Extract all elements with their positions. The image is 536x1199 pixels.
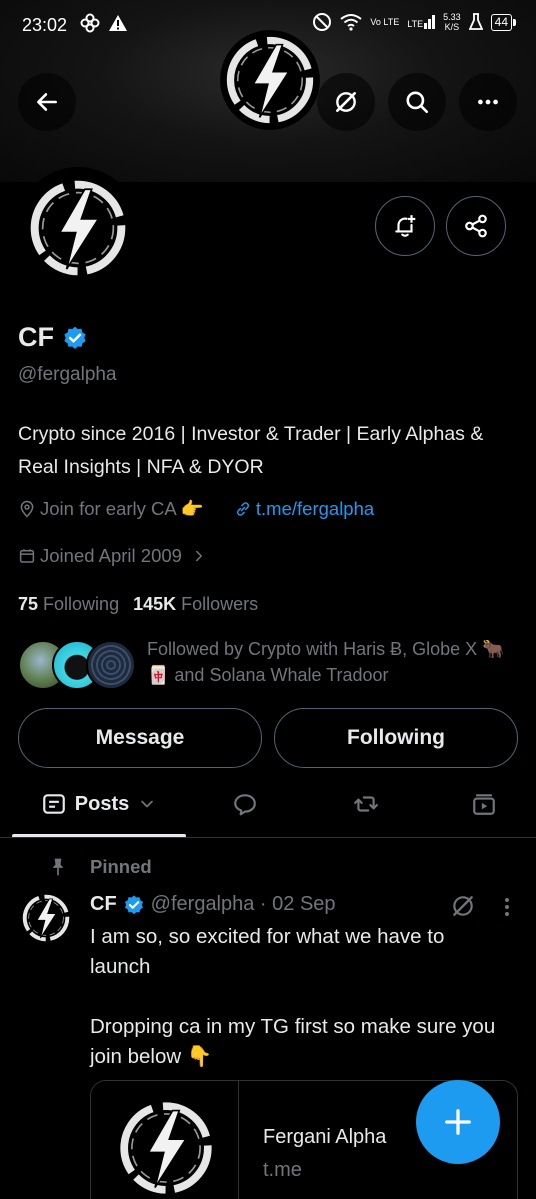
alert-icon: [109, 15, 127, 31]
back-arrow-icon: [37, 93, 57, 111]
message-button[interactable]: Message: [18, 708, 262, 768]
verified-badge-icon: [124, 894, 143, 914]
tab-posts[interactable]: Posts: [12, 772, 186, 836]
back-button[interactable]: [18, 73, 76, 131]
tab-reposts[interactable]: [326, 772, 406, 836]
search-button[interactable]: [388, 73, 446, 131]
search-icon: [406, 91, 429, 114]
battery-icon: 44: [490, 13, 516, 31]
volte-label: Vo LTE: [370, 17, 400, 27]
bell-plus-icon: [395, 215, 416, 237]
pin-icon: [52, 858, 64, 876]
post-avatar[interactable]: [18, 890, 74, 946]
fan-icon: [80, 13, 100, 33]
repost-icon: [354, 796, 378, 812]
profile-bio: Crypto since 2016 | Investor & Trader | …: [18, 423, 484, 478]
network-speed: 5.33 K/S: [443, 12, 461, 32]
following-stat[interactable]: 75 Following: [18, 594, 119, 615]
post-header: CF @fergalpha · 02 Sep: [90, 893, 336, 916]
status-bar: 23:02 Vo LTE LTE 5.33 K/S 44: [0, 0, 536, 54]
reply-icon: [234, 794, 256, 816]
wifi-icon: [340, 14, 363, 31]
profile-joined: Joined April 2009: [40, 545, 182, 566]
grok-icon: [336, 92, 356, 112]
link-icon: [236, 502, 249, 516]
more-icon: [478, 99, 498, 105]
profile-location: Join for early CA 👉: [40, 498, 204, 519]
tabs-divider: [0, 837, 536, 838]
chevron-right-icon: [195, 550, 202, 562]
grok-icon[interactable]: [450, 893, 476, 919]
profile-meta-row: Join for early CA 👉 t.me/fergalpha: [18, 498, 374, 520]
tab-replies[interactable]: [205, 772, 285, 836]
verified-badge-icon[interactable]: [62, 325, 88, 351]
follow-stats: 75 Following 145K Followers: [18, 594, 258, 615]
followers-stat[interactable]: 145K Followers: [133, 594, 258, 615]
profile-name-row: CF: [18, 322, 88, 353]
pinned-label-row: Pinned: [48, 856, 152, 878]
joined-row[interactable]: Joined April 2009: [18, 545, 208, 567]
card-logo: [111, 1093, 221, 1199]
location-icon: [20, 500, 34, 518]
media-icon: [473, 794, 495, 815]
profile-handle: @fergalpha: [18, 364, 117, 385]
follower-avatar: [86, 640, 136, 690]
profile-name: CF: [18, 322, 54, 352]
post-text: I am so, so excited for what we have to …: [90, 925, 496, 1068]
share-icon: [465, 214, 487, 238]
post-handle-date: @fergalpha · 02 Sep: [150, 893, 336, 915]
plus-icon: [445, 1109, 471, 1135]
post-author-name[interactable]: CF: [90, 893, 117, 916]
signal-icon: LTE: [407, 15, 436, 29]
flask-icon: [468, 13, 483, 30]
share-button[interactable]: [446, 196, 506, 256]
following-button[interactable]: Following: [274, 708, 518, 768]
post-more-icon[interactable]: [500, 895, 514, 919]
card-thumbnail: [91, 1081, 239, 1199]
more-button[interactable]: [459, 73, 517, 131]
grok-button[interactable]: [317, 73, 375, 131]
tab-media[interactable]: [444, 772, 524, 836]
followed-by-row[interactable]: Followed by Crypto with Haris Ƀ, Globe X…: [18, 636, 523, 692]
avatar-logo: [21, 171, 135, 285]
post-avatar-logo: [18, 890, 74, 946]
profile-link[interactable]: t.me/fergalpha: [256, 498, 374, 520]
tab-posts-label: Posts: [74, 792, 130, 815]
followed-by-text: Followed by Crypto with Haris Ƀ, Globe X…: [147, 639, 505, 685]
dnd-icon: [313, 13, 332, 31]
card-domain: t.me: [263, 1159, 302, 1181]
calendar-icon: [19, 549, 35, 563]
compose-button[interactable]: [416, 1080, 500, 1164]
card-title: Fergani Alpha: [263, 1126, 387, 1148]
posts-icon: [42, 794, 65, 814]
pinned-label: Pinned: [90, 856, 152, 877]
profile-avatar[interactable]: [17, 167, 139, 289]
profile-tabs: Posts: [0, 772, 536, 838]
status-time: 23:02: [22, 15, 68, 35]
notify-button[interactable]: [375, 196, 435, 256]
chevron-down-icon: [141, 800, 154, 808]
